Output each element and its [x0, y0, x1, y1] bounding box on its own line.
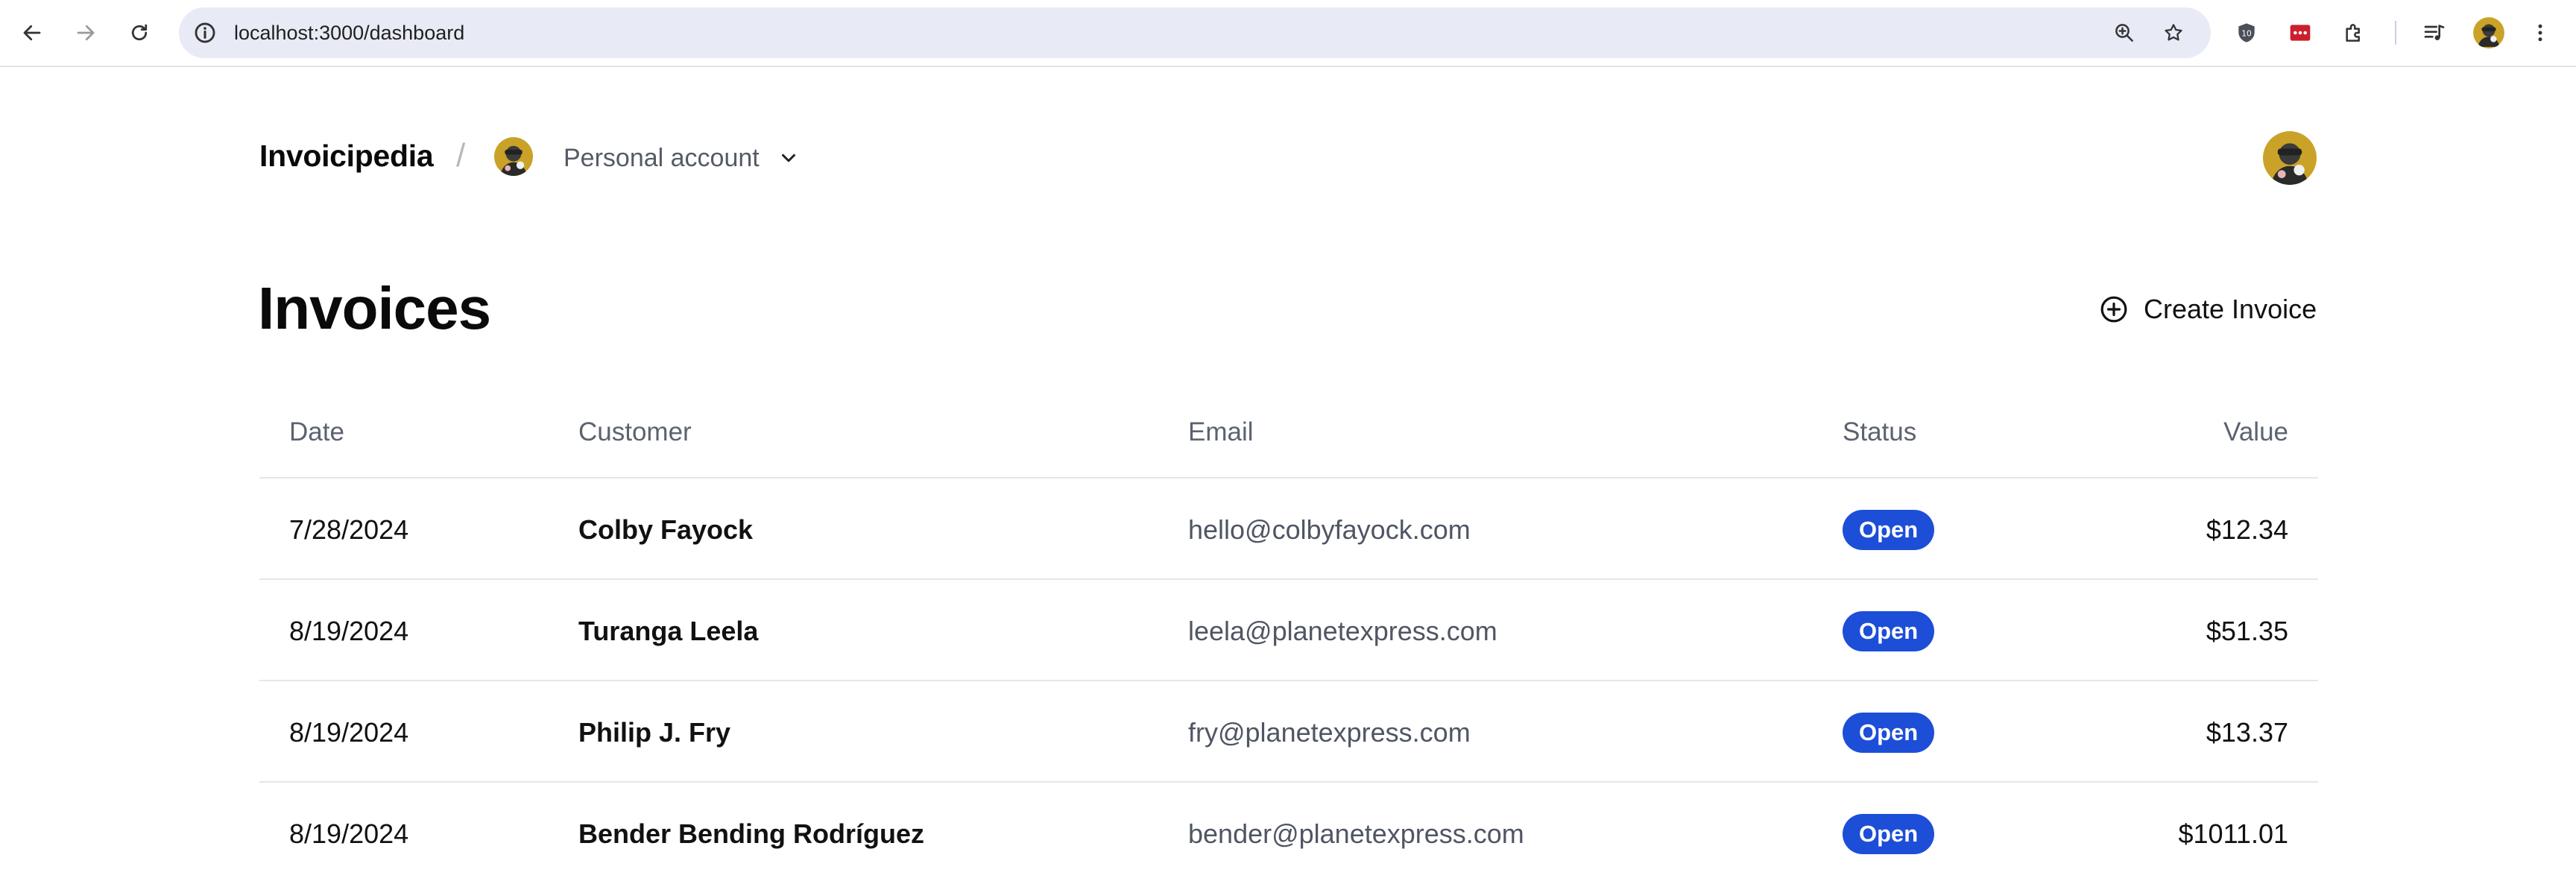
table-row[interactable]: 8/19/2024 Philip J. Fry fry@planetexpres… — [259, 681, 2318, 783]
browser-toolbar: localhost:3000/dashboard 10 — [0, 0, 2576, 67]
svg-text:10: 10 — [2241, 29, 2252, 39]
bookmark-button[interactable] — [2159, 18, 2188, 48]
password-manager-icon — [2290, 25, 2311, 41]
table-row[interactable]: 8/19/2024 Bender Bending Rodríguez bende… — [259, 783, 2318, 884]
status-badge: Open — [1843, 510, 1935, 550]
invoice-value: $13.37 — [2206, 717, 2288, 748]
toolbar-divider — [2395, 21, 2396, 45]
extension-shield-button[interactable]: 10 — [2230, 16, 2263, 49]
account-switcher[interactable]: Personal account — [564, 139, 800, 177]
create-invoice-label: Create Invoice — [2144, 294, 2317, 324]
invoice-customer: Colby Fayock — [578, 514, 754, 545]
column-header-value: Value — [2223, 417, 2288, 446]
column-header-status: Status — [1843, 417, 1917, 446]
status-badge: Open — [1843, 814, 1935, 854]
zoom-button[interactable] — [2109, 18, 2139, 48]
shield-icon: 10 — [2238, 23, 2255, 42]
column-header-email: Email — [1188, 417, 1254, 446]
star-icon — [2165, 24, 2182, 41]
site-info-icon[interactable] — [192, 20, 218, 45]
user-avatar-button[interactable] — [2263, 131, 2317, 185]
column-header-date: Date — [289, 417, 344, 446]
invoice-customer: Turanga Leela — [578, 616, 759, 646]
avatar-image — [2473, 17, 2504, 48]
avatar-image — [2263, 131, 2317, 185]
chevron-down-icon — [781, 154, 795, 162]
forward-button[interactable] — [69, 16, 103, 50]
reload-button[interactable] — [122, 16, 157, 50]
url-text[interactable]: localhost:3000/dashboard — [234, 7, 464, 58]
arrow-left-icon — [23, 25, 41, 41]
status-badge: Open — [1843, 713, 1935, 753]
back-button[interactable] — [15, 16, 49, 50]
extensions-button[interactable] — [2337, 16, 2370, 49]
invoice-table: Date Customer Email Status Value 7/28/20… — [259, 388, 2318, 884]
account-avatar — [494, 137, 533, 176]
invoice-date: 8/19/2024 — [289, 717, 409, 748]
table-row[interactable]: 7/28/2024 Colby Fayock hello@colbyfayock… — [259, 479, 2318, 580]
create-invoice-button[interactable]: Create Invoice — [2099, 291, 2317, 328]
arrow-right-icon — [77, 25, 95, 41]
avatar-image — [494, 137, 533, 176]
playlist-icon — [2424, 25, 2445, 40]
invoice-email: fry@planetexpress.com — [1188, 717, 1471, 748]
table-header: Date Customer Email Status Value — [259, 388, 2318, 479]
kebab-menu-icon — [2538, 24, 2542, 42]
address-bar[interactable]: localhost:3000/dashboard — [179, 7, 2211, 58]
reload-icon — [131, 24, 148, 41]
invoice-email: leela@planetexpress.com — [1188, 616, 1497, 646]
column-header-customer: Customer — [578, 417, 692, 446]
media-control-button[interactable] — [2418, 16, 2451, 49]
extension-lastpass-button[interactable] — [2284, 16, 2317, 49]
puzzle-icon — [2346, 24, 2360, 42]
invoice-date: 8/19/2024 — [289, 616, 409, 646]
plus-circle-icon — [2100, 296, 2127, 323]
invoice-customer: Bender Bending Rodríguez — [578, 818, 925, 849]
invoice-email: hello@colbyfayock.com — [1188, 514, 1471, 545]
invoice-value: $51.35 — [2206, 616, 2288, 646]
invoice-date: 7/28/2024 — [289, 514, 409, 545]
page-title: Invoices — [258, 275, 491, 341]
invoice-email: bender@planetexpress.com — [1188, 818, 1524, 849]
zoom-in-icon — [2115, 24, 2133, 42]
table-row[interactable]: 8/19/2024 Turanga Leela leela@planetexpr… — [259, 580, 2318, 681]
browser-profile-avatar[interactable] — [2473, 17, 2504, 48]
breadcrumb-separator: / — [456, 137, 466, 174]
invoice-value: $1011.01 — [2178, 818, 2288, 849]
app-brand[interactable]: Invoicipedia — [259, 139, 434, 174]
invoice-date: 8/19/2024 — [289, 818, 409, 849]
status-badge: Open — [1843, 611, 1935, 651]
invoice-value: $12.34 — [2206, 514, 2288, 545]
invoice-customer: Philip J. Fry — [578, 717, 731, 748]
account-label: Personal account — [564, 143, 760, 172]
browser-menu-button[interactable] — [2524, 16, 2557, 49]
